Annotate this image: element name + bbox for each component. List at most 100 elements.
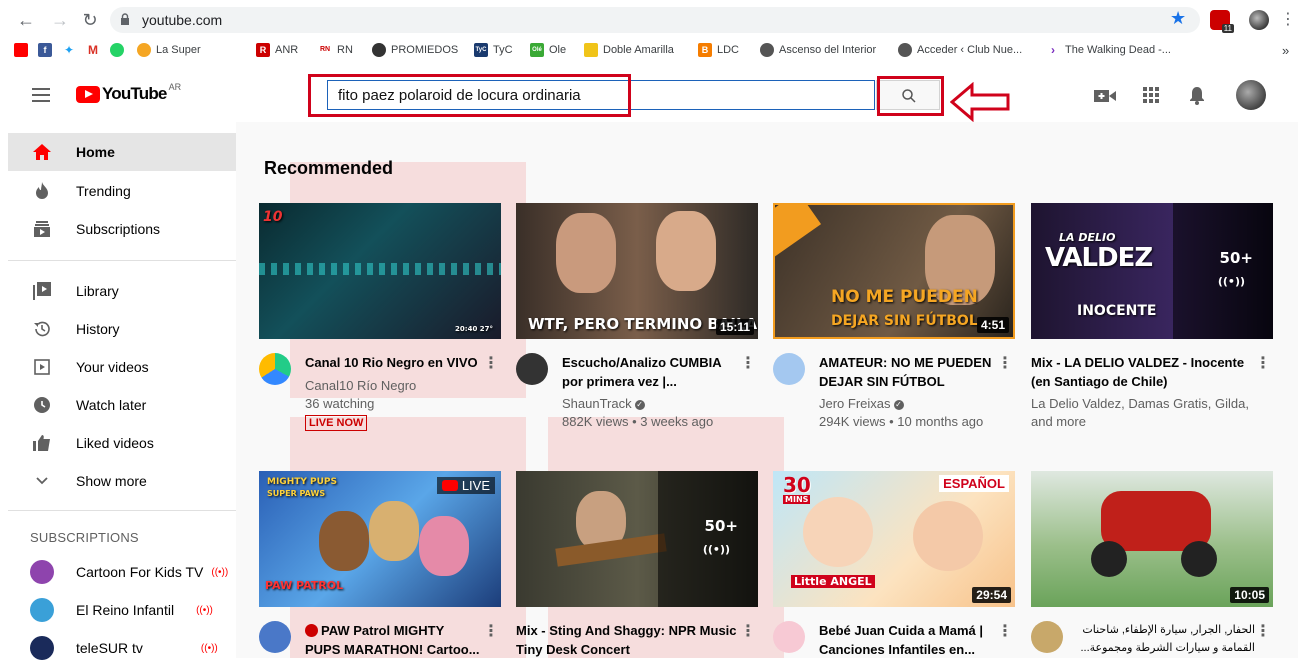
bookmark-ldc[interactable]: B LDC: [698, 43, 739, 57]
channel-avatar[interactable]: [773, 621, 805, 653]
lock-icon: [121, 13, 129, 25]
channel-avatar[interactable]: [516, 353, 548, 385]
sidebar-sub-el-reino-infantil[interactable]: El Reino Infantil ((•)): [8, 591, 236, 629]
video-title[interactable]: Mix - LA DELIO VALDEZ - Inocente (en San…: [1031, 353, 1255, 391]
more-actions-icon[interactable]: ⋮: [1255, 355, 1271, 375]
more-actions-icon[interactable]: ⋮: [997, 623, 1013, 643]
channel-name[interactable]: Jero Freixas ✓: [819, 395, 904, 413]
bookmarks-overflow[interactable]: »: [1282, 43, 1289, 58]
live-icon: ((•)): [211, 566, 229, 578]
bookmark-acceder[interactable]: Acceder ‹ Club Nue...: [898, 43, 1022, 57]
video-title[interactable]: Bebé Juan Cuida a Mamá | Canciones Infan…: [819, 621, 997, 658]
anr-icon: R: [256, 43, 270, 57]
video-title[interactable]: Canal 10 Rio Negro en VIVO: [305, 353, 483, 372]
profile-avatar[interactable]: [1249, 10, 1269, 30]
sidebar-item-your-videos[interactable]: Your videos: [8, 348, 236, 386]
sidebar-item-home[interactable]: Home: [8, 133, 236, 171]
url-text: youtube.com: [142, 12, 223, 28]
video-duration: 4:51: [976, 317, 1009, 333]
video-thumbnail[interactable]: WTF, PERO TERMINO BAILANDO 15:11: [516, 203, 758, 339]
channel-name[interactable]: ShaunTrack ✓: [562, 395, 645, 413]
home-icon: [30, 140, 54, 164]
search-highlight-box: [308, 74, 631, 117]
bookmark-walking-dead[interactable]: › The Walking Dead -...: [1046, 43, 1171, 57]
video-thumbnail[interactable]: LA DELIO VALDEZ INOCENTE 50+ ((•)): [1031, 203, 1273, 339]
sidebar-item-show-more[interactable]: Show more: [8, 462, 236, 500]
sidebar-item-watch-later[interactable]: Watch later: [8, 386, 236, 424]
sidebar-item-trending[interactable]: Trending: [8, 172, 236, 210]
video-thumbnail[interactable]: 10:05: [1031, 471, 1273, 607]
bookmark-doble-amarilla[interactable]: Doble Amarilla: [584, 43, 674, 57]
sidebar-sub-telesur[interactable]: teleSUR tv ((•)): [8, 629, 236, 667]
apps-grid-icon[interactable]: [1143, 87, 1159, 103]
globe-icon: [760, 43, 774, 57]
channel-name[interactable]: La Delio Valdez, Damas Gratis, Gilda, an…: [1031, 395, 1255, 431]
reload-icon[interactable]: ↻: [80, 10, 100, 30]
more-actions-icon[interactable]: ⋮: [740, 355, 756, 375]
subscriptions-heading: SUBSCRIPTIONS: [30, 530, 139, 545]
channel-avatar[interactable]: [1031, 621, 1063, 653]
channel-avatar: [30, 636, 54, 660]
address-bar[interactable]: youtube.com: [110, 7, 1200, 33]
channel-avatar: [30, 598, 54, 622]
video-title[interactable]: الحفار, الجرار, سيارة الإطفاء, شاحنات ال…: [1077, 621, 1255, 657]
video-title[interactable]: AMATEUR: NO ME PUEDEN DEJAR SIN FÚTBOL: [819, 353, 997, 391]
language-badge: ESPAÑOL: [939, 475, 1009, 492]
live-icon: ((•)): [196, 604, 213, 616]
video-thumbnail[interactable]: 10 20:40 27°: [259, 203, 501, 339]
video-thumbnail[interactable]: 30 MINS ESPAÑOL Little ANGEL 29:54: [773, 471, 1015, 607]
playlist-live-icon: ((•)): [1217, 275, 1245, 288]
bookmark-ole[interactable]: Olé Ole: [530, 43, 566, 57]
hamburger-menu-icon[interactable]: [32, 88, 50, 102]
whatsapp-bookmark-icon[interactable]: [110, 43, 124, 57]
video-title[interactable]: Escucho/Analizo CUMBIA por primera vez |…: [562, 353, 740, 391]
bookmarks-bar: f ✦ M La Super R ANR RN RN PROMIEDOS TyC Ty…: [0, 40, 1298, 62]
video-duration: 29:54: [972, 587, 1011, 603]
bookmark-star-icon[interactable]: ★: [1170, 8, 1186, 28]
live-icon: ((•)): [200, 642, 218, 654]
facebook-bookmark-icon[interactable]: f: [38, 43, 52, 57]
bookmark-tyc[interactable]: TyC TyC: [474, 43, 513, 57]
video-title[interactable]: PAW Patrol MIGHTY PUPS MARATHON! Cartoo.…: [305, 621, 483, 658]
sidebar-item-library[interactable]: Library: [8, 272, 236, 310]
youtube-bookmark-icon[interactable]: [14, 43, 28, 57]
main-content: Recommended 10 20:40 27° Canal 10 Rio Ne…: [236, 122, 1298, 658]
more-actions-icon[interactable]: ⋮: [483, 355, 499, 375]
notifications-bell-icon[interactable]: [1189, 86, 1205, 105]
rn-icon: RN: [318, 43, 332, 57]
watch-later-icon: [30, 393, 54, 417]
more-actions-icon[interactable]: ⋮: [483, 623, 499, 643]
bookmark-rn[interactable]: RN RN: [318, 43, 353, 57]
sidebar-item-subscriptions[interactable]: Subscriptions: [8, 210, 236, 248]
extension-icon[interactable]: 11: [1210, 10, 1234, 33]
account-avatar[interactable]: [1236, 80, 1266, 110]
more-actions-icon[interactable]: ⋮: [740, 623, 756, 643]
create-video-icon[interactable]: [1094, 89, 1116, 103]
forward-icon[interactable]: →: [50, 10, 70, 30]
video-thumbnail[interactable]: 50+ ((•)): [516, 471, 758, 607]
twitter-bookmark-icon[interactable]: ✦: [62, 43, 76, 57]
bookmark-promiedos[interactable]: PROMIEDOS: [372, 43, 458, 57]
bookmark-anr[interactable]: R ANR: [256, 43, 298, 57]
channel-name[interactable]: Canal10 Río Negro: [305, 377, 416, 395]
bookmark-ascenso[interactable]: Ascenso del Interior: [760, 43, 876, 57]
sidebar: Home Trending Subscriptions Library Hist…: [0, 122, 236, 660]
ole-icon: Olé: [530, 43, 544, 57]
gmail-bookmark-icon[interactable]: M: [86, 43, 100, 57]
menu-icon[interactable]: ⋮: [1278, 10, 1298, 30]
extension-badge: 11: [1221, 24, 1234, 33]
bookmark-la-super[interactable]: La Super: [137, 43, 201, 57]
video-thumbnail[interactable]: NO ME PUEDEN DEJAR SIN FÚTBOL 4:51: [773, 203, 1015, 339]
more-actions-icon[interactable]: ⋮: [997, 355, 1013, 375]
sidebar-item-history[interactable]: History: [8, 310, 236, 348]
channel-avatar[interactable]: [773, 353, 805, 385]
back-icon[interactable]: ←: [16, 10, 36, 30]
sidebar-sub-cartoon-for-kids[interactable]: Cartoon For Kids TV ((•)): [8, 553, 236, 591]
channel-avatar[interactable]: [259, 621, 291, 653]
video-title[interactable]: Mix - Sting And Shaggy: NPR Music Tiny D…: [516, 621, 740, 658]
video-thumbnail[interactable]: MIGHTY PUPS SUPER PAWS LIVE PAW PATROL: [259, 471, 501, 607]
sidebar-item-liked-videos[interactable]: Liked videos: [8, 424, 236, 462]
youtube-logo[interactable]: YouTube AR: [76, 82, 181, 104]
more-actions-icon[interactable]: ⋮: [1255, 623, 1271, 643]
channel-avatar[interactable]: [259, 353, 291, 385]
